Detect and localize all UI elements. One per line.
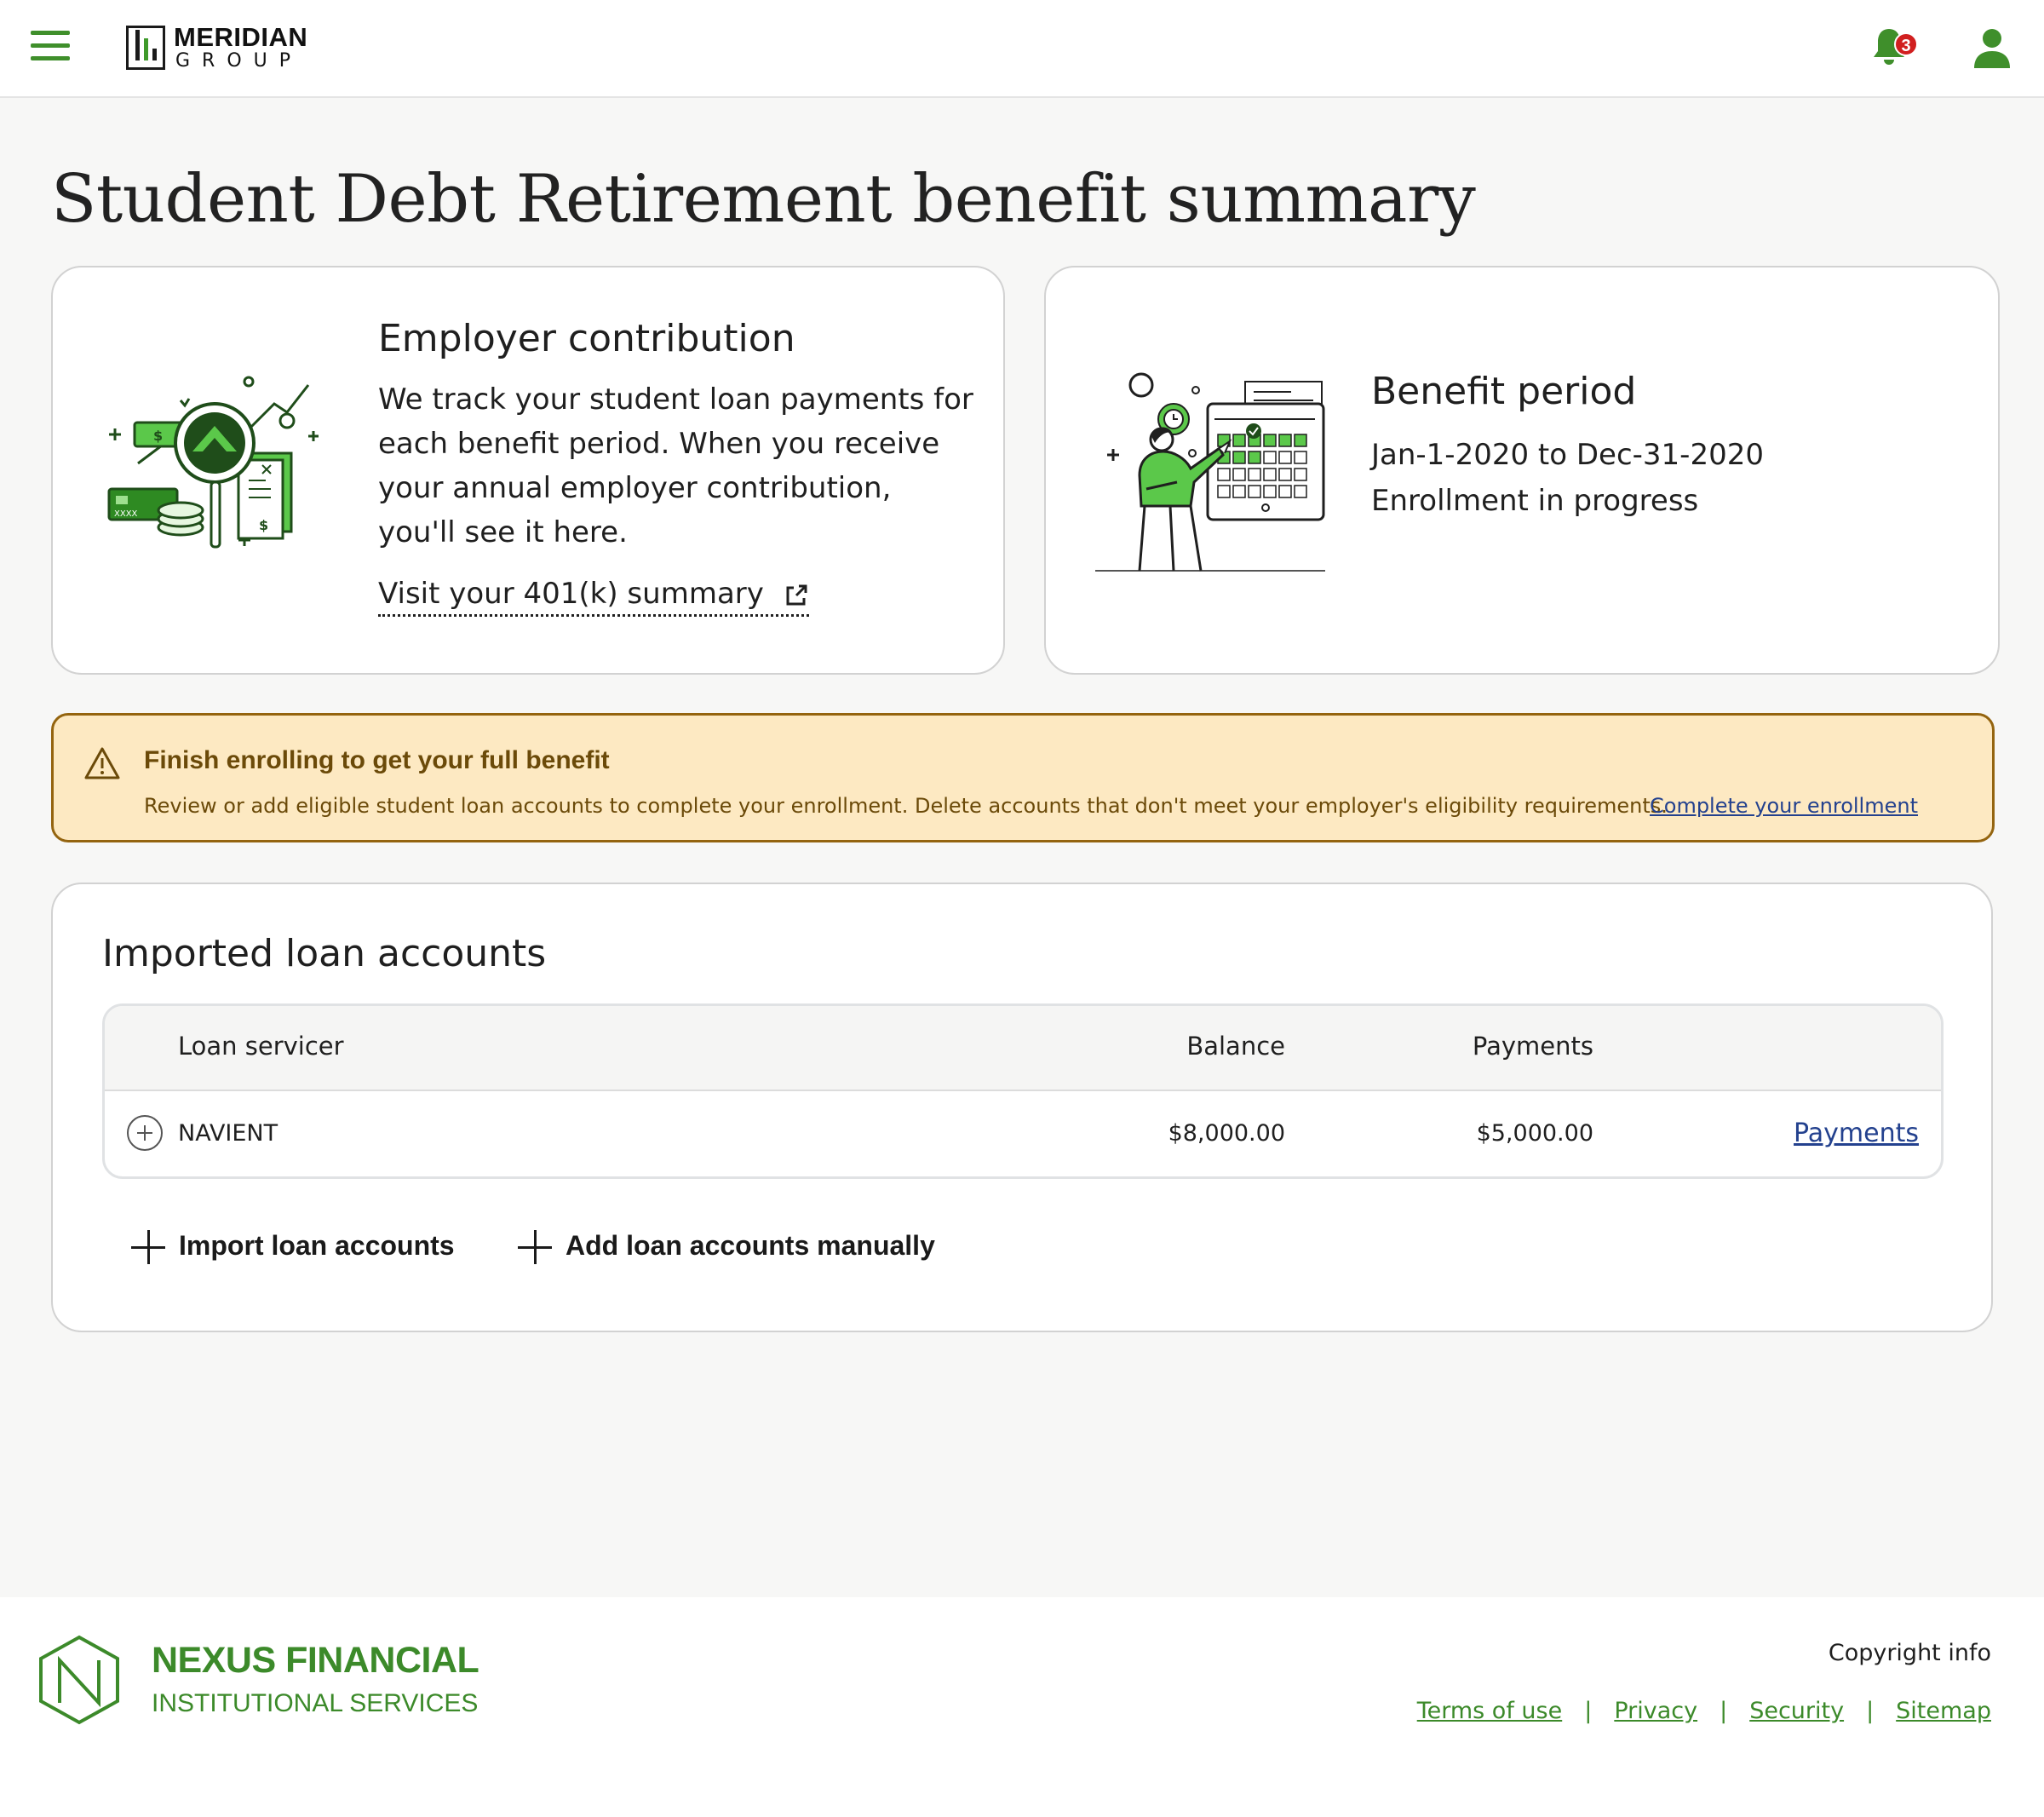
notification-badge: 3 [1894,32,1918,56]
page-title: Student Debt Retirement benefit summary [51,161,1476,238]
loan-accounts-table: Loan servicer Balance Payments NAVIENT $… [102,1003,1944,1179]
plus-icon [131,1230,165,1264]
payments-cell: $5,000.00 [1476,1120,1593,1147]
enrollment-status: Enrollment in progress [1371,484,1699,518]
expand-row-icon[interactable] [127,1115,163,1151]
logo-mark [126,26,165,70]
footer-separator: | [1866,1698,1875,1724]
copyright-info: Copyright info [1828,1640,1991,1666]
logo-brand-sub: GROUP [175,50,303,72]
sitemap-link[interactable]: Sitemap [1896,1698,1991,1724]
column-header-loan-servicer: Loan servicer [178,1032,344,1061]
import-loan-accounts-label: Import loan accounts [179,1230,455,1261]
external-link-icon [786,584,807,605]
visit-401k-summary-label: Visit your 401(k) summary [378,577,764,611]
footer-brand-sub: INSTITUTIONAL SERVICES [152,1689,479,1717]
user-icon[interactable] [1972,27,2013,72]
top-navigation-bar: MERIDIAN GROUP 3 [0,0,2044,98]
payments-link[interactable]: Payments [1794,1118,1919,1148]
money-growth-illustration: $ XXXX $ [104,370,325,574]
privacy-link[interactable]: Privacy [1614,1698,1697,1724]
benefit-period-card: Benefit period Jan-1-2020 to Dec-31-2020… [1044,266,2000,675]
footer-separator: | [1584,1698,1593,1724]
complete-enrollment-link[interactable]: Complete your enrollment [1650,794,1918,818]
imported-loan-accounts-card: Imported loan accounts Loan servicer Bal… [51,883,1993,1332]
nexus-financial-logo-icon [37,1635,121,1725]
visit-401k-summary-link[interactable]: Visit your 401(k) summary [378,577,809,617]
security-link[interactable]: Security [1749,1698,1844,1724]
benefit-period-heading: Benefit period [1371,370,1637,413]
alert-body: Review or add eligible student loan acco… [144,794,1668,818]
footer-links: Terms of use | Privacy | Security | Sitemap [1417,1698,1991,1724]
balance-cell: $8,000.00 [1168,1120,1285,1147]
column-header-balance: Balance [1186,1032,1285,1061]
warning-icon [84,746,120,780]
bell-icon[interactable]: 3 [1870,26,1918,72]
terms-of-use-link[interactable]: Terms of use [1417,1698,1563,1724]
enrollment-alert-banner: Finish enrolling to get your full benefi… [51,713,1995,842]
footer: NEXUS FINANCIAL INSTITUTIONAL SERVICES C… [0,1597,2044,1817]
calendar-person-illustration [1095,370,1325,574]
plus-icon [518,1230,552,1264]
imported-loan-accounts-heading: Imported loan accounts [102,932,547,975]
footer-brand-name: NEXUS FINANCIAL [152,1640,479,1681]
logo-brand-name: MERIDIAN [174,22,308,52]
alert-title: Finish enrolling to get your full benefi… [144,746,610,774]
loan-servicer-cell: NAVIENT [178,1120,278,1147]
table-header-row: Loan servicer Balance Payments [105,1006,1941,1091]
employer-contribution-description: We track your student loan payments for … [378,382,973,549]
svg-text:XXXX: XXXX [114,509,138,519]
hamburger-menu-icon[interactable] [31,31,72,65]
add-loan-accounts-manually-label: Add loan accounts manually [566,1230,935,1261]
footer-separator: | [1720,1698,1728,1724]
table-row: NAVIENT $8,000.00 $5,000.00 Payments [105,1091,1941,1176]
svg-text:$: $ [259,517,268,533]
employer-contribution-card: $ XXXX $ Employer contribution We track … [51,266,1005,675]
column-header-payments: Payments [1472,1032,1593,1061]
benefit-period-dates: Jan-1-2020 to Dec-31-2020 [1371,438,1764,472]
employer-contribution-heading: Employer contribution [378,317,795,360]
svg-text:$: $ [153,428,163,444]
